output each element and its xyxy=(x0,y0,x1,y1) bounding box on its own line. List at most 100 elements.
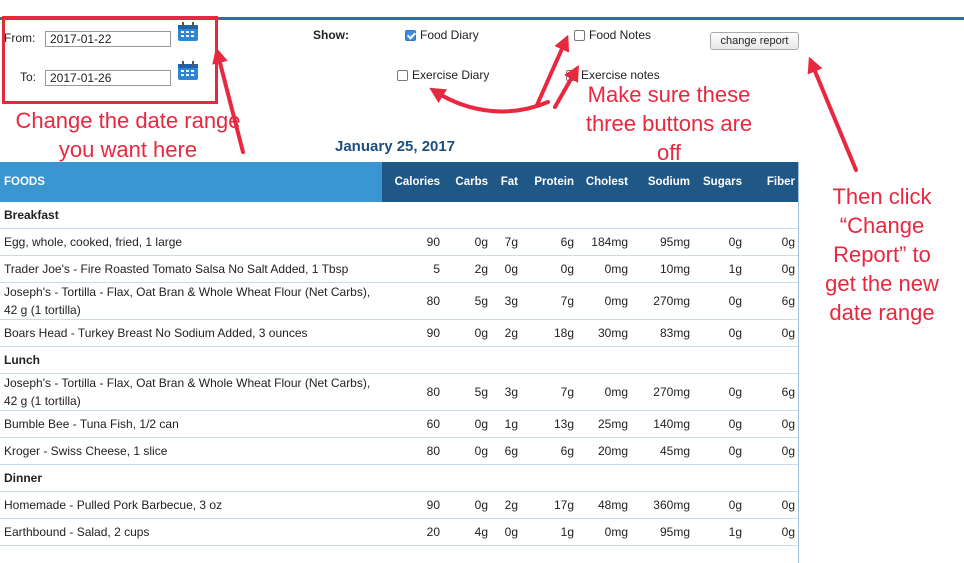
nutrient-value: 0mg xyxy=(578,282,632,320)
nutrient-value: 184mg xyxy=(578,228,632,256)
table-right-border xyxy=(798,162,799,563)
nutrient-value: 90 xyxy=(382,228,444,256)
column-header: Fiber xyxy=(746,162,799,202)
nutrient-value: 0mg xyxy=(578,373,632,411)
nutrient-value: 0g xyxy=(746,437,799,465)
nutrient-value: 17g xyxy=(522,491,578,519)
column-header: Cholest xyxy=(578,162,632,202)
nutrient-value: 0g xyxy=(444,228,492,256)
nutrient-value: 80 xyxy=(382,437,444,465)
nutrient-value: 3g xyxy=(492,373,522,411)
nutrient-value: 20mg xyxy=(578,437,632,465)
table-row: Kroger - Swiss Cheese, 1 slice 80 0g 6g 6g 20… xyxy=(0,437,799,465)
column-header: FOODS xyxy=(0,162,382,202)
nutrient-value: 0g xyxy=(746,518,799,546)
nutrient-value: 90 xyxy=(382,319,444,347)
nutrient-value: 0g xyxy=(694,282,746,320)
nutrient-value: 20 xyxy=(382,518,444,546)
nutrient-value: 2g xyxy=(492,491,522,519)
meal-name: Lunch xyxy=(0,346,799,374)
nutrient-value: 0g xyxy=(694,319,746,347)
nutrient-value: 7g xyxy=(522,373,578,411)
nutrient-value: 360mg xyxy=(632,491,694,519)
nutrient-value: 5g xyxy=(444,282,492,320)
nutrient-value: 1g xyxy=(694,255,746,283)
food-name: Trader Joe's - Fire Roasted Tomato Salsa… xyxy=(0,255,382,283)
nutrient-value: 0g xyxy=(694,491,746,519)
meal-name: Breakfast xyxy=(0,202,799,229)
nutrient-value: 18g xyxy=(522,319,578,347)
food-name: Joseph's - Tortilla - Flax, Oat Bran & W… xyxy=(0,373,382,411)
food-name: Bumble Bee - Tuna Fish, 1/2 can xyxy=(0,410,382,438)
food-diary-table: FOODS Calories Carbs Fat Protein Cholest… xyxy=(0,162,799,546)
column-header: Protein xyxy=(522,162,578,202)
meal-row: Breakfast xyxy=(0,202,799,229)
table-row: Joseph's - Tortilla - Flax, Oat Bran & W… xyxy=(0,373,799,411)
table-row: Boars Head - Turkey Breast No Sodium Add… xyxy=(0,319,799,347)
nutrient-value: 0g xyxy=(694,437,746,465)
nutrient-value: 0g xyxy=(694,410,746,438)
nutrient-value: 0g xyxy=(746,228,799,256)
nutrient-value: 0g xyxy=(746,410,799,438)
nutrient-value: 45mg xyxy=(632,437,694,465)
nutrient-value: 0mg xyxy=(578,255,632,283)
nutrient-value: 5 xyxy=(382,255,444,283)
nutrient-value: 6g xyxy=(522,228,578,256)
table-row: Egg, whole, cooked, fried, 1 large 90 0g 7g… xyxy=(0,228,799,256)
nutrient-value: 2g xyxy=(492,319,522,347)
nutrient-value: 6g xyxy=(492,437,522,465)
column-header: Sodium xyxy=(632,162,694,202)
nutrient-value: 0g xyxy=(746,491,799,519)
nutrient-value: 90 xyxy=(382,491,444,519)
table-row: Earthbound - Salad, 2 cups 20 4g 0g 1g 0mg 95m… xyxy=(0,518,799,546)
food-name: Earthbound - Salad, 2 cups xyxy=(0,518,382,546)
nutrient-value: 6g xyxy=(522,437,578,465)
table-row: Bumble Bee - Tuna Fish, 1/2 can 60 0g 1g 13g… xyxy=(0,410,799,438)
nutrient-value: 0g xyxy=(444,437,492,465)
nutrient-value: 80 xyxy=(382,282,444,320)
meal-name: Dinner xyxy=(0,464,799,492)
nutrient-value: 13g xyxy=(522,410,578,438)
table-row: Trader Joe's - Fire Roasted Tomato Salsa… xyxy=(0,255,799,283)
nutrient-value: 0g xyxy=(746,255,799,283)
arrow-to-change-report xyxy=(807,56,858,172)
nutrient-value: 1g xyxy=(522,518,578,546)
arrow-to-exercise-diary xyxy=(429,87,550,114)
column-header: Calories xyxy=(382,162,444,202)
nutrient-value: 0g xyxy=(492,255,522,283)
column-header: Fat xyxy=(492,162,522,202)
nutrient-value: 270mg xyxy=(632,282,694,320)
table-row: Joseph's - Tortilla - Flax, Oat Bran & W… xyxy=(0,282,799,320)
nutrient-value: 7g xyxy=(522,282,578,320)
food-name: Boars Head - Turkey Breast No Sodium Add… xyxy=(0,319,382,347)
nutrient-value: 0g xyxy=(522,255,578,283)
arrow-to-date-fields xyxy=(212,47,245,154)
meal-row: Dinner xyxy=(0,464,799,492)
nutrient-value: 80 xyxy=(382,373,444,411)
nutrient-value: 3g xyxy=(492,282,522,320)
nutrient-value: 0g xyxy=(444,410,492,438)
nutrient-value: 5g xyxy=(444,373,492,411)
nutrient-value: 48mg xyxy=(578,491,632,519)
nutrient-value: 270mg xyxy=(632,373,694,411)
nutrient-value: 1g xyxy=(492,410,522,438)
nutrient-value: 0g xyxy=(746,319,799,347)
meal-row: Lunch xyxy=(0,346,799,374)
food-name: Joseph's - Tortilla - Flax, Oat Bran & W… xyxy=(0,282,382,320)
report-date-title: January 25, 2017 xyxy=(335,138,456,155)
nutrient-value: 83mg xyxy=(632,319,694,347)
nutrient-value: 95mg xyxy=(632,228,694,256)
nutrient-value: 0g xyxy=(444,319,492,347)
column-header: Sugars xyxy=(694,162,746,202)
table-header-row: FOODS Calories Carbs Fat Protein Cholest… xyxy=(0,162,799,202)
nutrient-value: 60 xyxy=(382,410,444,438)
nutrient-value: 0g xyxy=(694,373,746,411)
nutrient-value: 6g xyxy=(746,282,799,320)
arrow-to-exercise-notes xyxy=(553,65,579,109)
nutrient-value: 6g xyxy=(746,373,799,411)
nutrient-value: 1g xyxy=(694,518,746,546)
column-header: Carbs xyxy=(444,162,492,202)
nutrient-value: 0g xyxy=(492,518,522,546)
nutrient-value: 0mg xyxy=(578,518,632,546)
nutrient-value: 10mg xyxy=(632,255,694,283)
